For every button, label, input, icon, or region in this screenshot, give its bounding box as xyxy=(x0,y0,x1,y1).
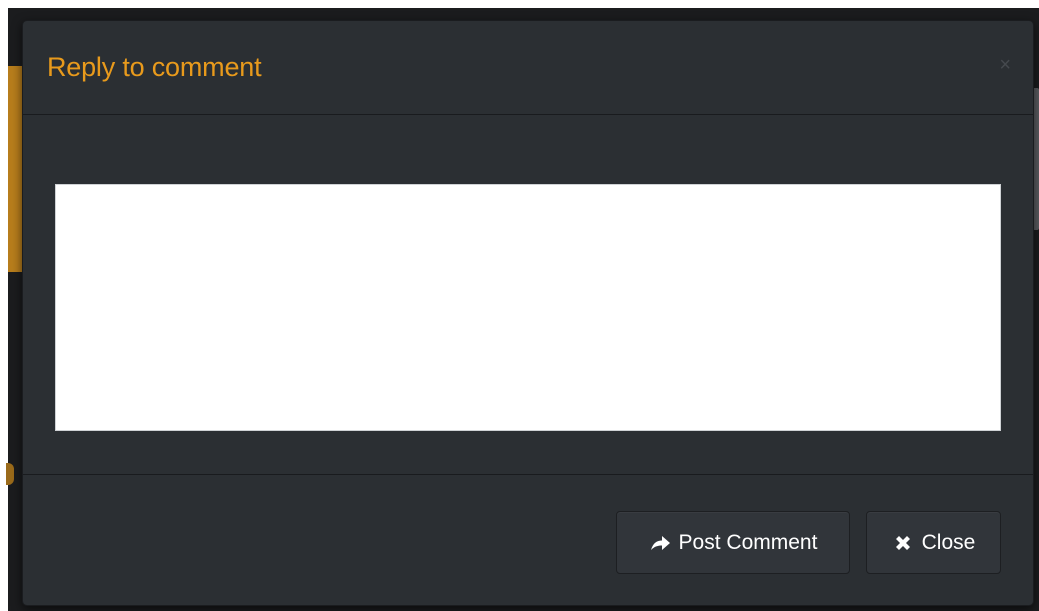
x-icon xyxy=(892,532,914,554)
reply-modal: Reply to comment × Post Comment Close xyxy=(22,20,1034,606)
modal-body xyxy=(23,115,1033,475)
close-button[interactable]: Close xyxy=(866,511,1001,574)
reply-textarea[interactable] xyxy=(55,184,1001,431)
modal-footer: Post Comment Close xyxy=(23,474,1033,605)
post-comment-label: Post Comment xyxy=(678,530,818,554)
background-accent-tab xyxy=(6,463,14,485)
close-label: Close xyxy=(921,530,976,554)
background-accent-bar xyxy=(8,66,22,272)
modal-title: Reply to comment xyxy=(47,52,262,82)
close-icon[interactable]: × xyxy=(999,55,1011,75)
modal-header: Reply to comment × xyxy=(23,21,1033,115)
share-arrow-icon xyxy=(649,532,671,554)
post-comment-button[interactable]: Post Comment xyxy=(616,511,850,574)
